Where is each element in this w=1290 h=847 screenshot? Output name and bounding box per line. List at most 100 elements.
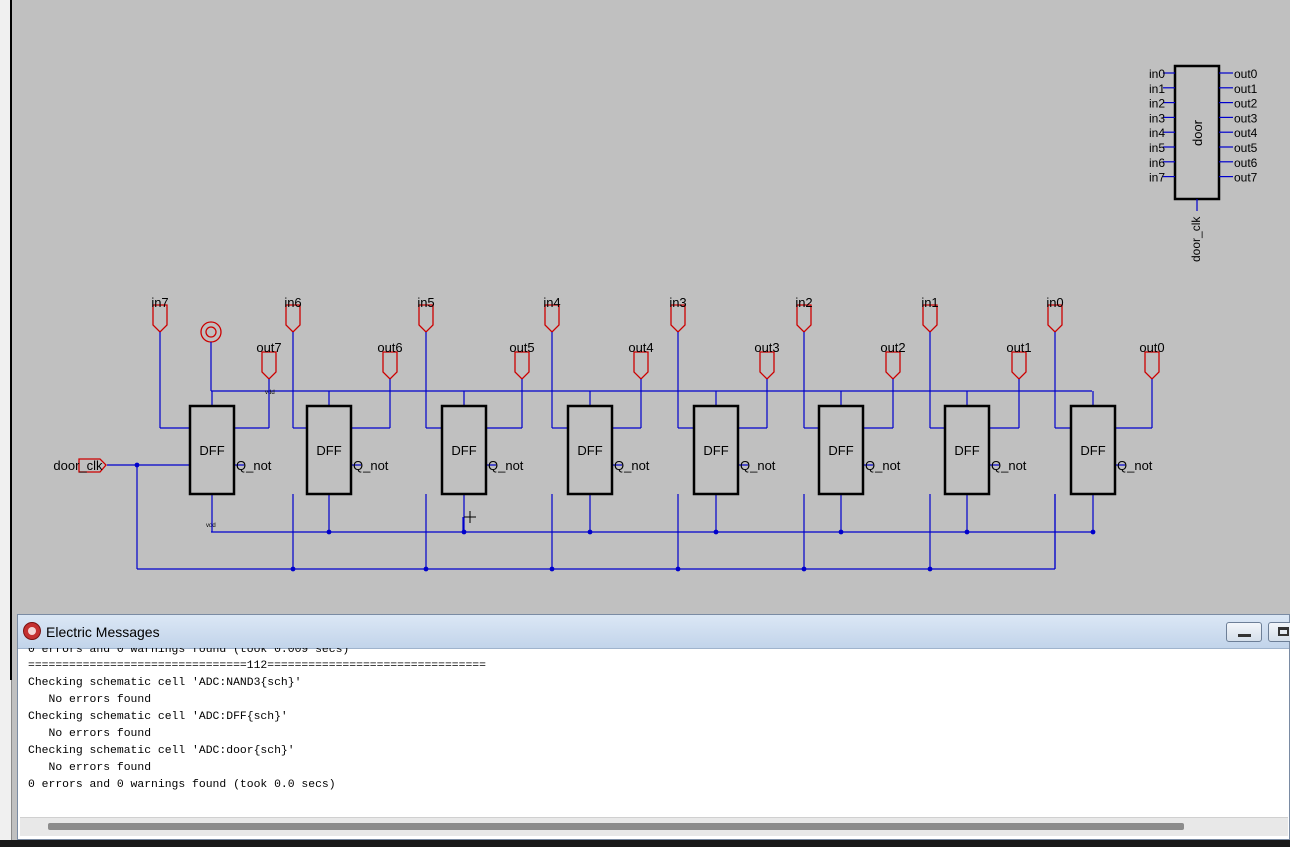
messages-title-bar[interactable]: Electric Messages	[18, 615, 1290, 649]
vdd-label: vdd	[206, 523, 216, 529]
minimize-icon	[1238, 634, 1251, 637]
input-label: in1	[921, 295, 938, 310]
log-line: Checking schematic cell 'ADC:DFF{sch}'	[28, 711, 288, 723]
icon-output-label: out0	[1234, 67, 1258, 81]
input-label: in2	[795, 295, 812, 310]
left-panel-edge	[0, 0, 12, 847]
dff-label: DFF	[577, 443, 602, 458]
log-line: No errors found	[28, 728, 152, 740]
vdd-symbol	[205, 326, 217, 338]
wire-junction	[1090, 529, 1096, 535]
wire-junction	[713, 529, 719, 535]
q-not-label: Q_not	[236, 458, 272, 473]
maximize-button[interactable]	[1268, 622, 1290, 642]
wire-junction	[927, 566, 933, 572]
electric-app-icon	[23, 622, 41, 640]
log-line: Checking schematic cell 'ADC:NAND3{sch}'	[28, 677, 302, 689]
input-label: in5	[417, 295, 434, 310]
icon-output-label: out6	[1234, 156, 1258, 170]
output-port-out0	[1144, 351, 1160, 380]
dff-label: DFF	[316, 443, 341, 458]
output-label: out2	[880, 340, 905, 355]
wire-junction	[964, 529, 970, 535]
output-port-out4	[633, 351, 649, 380]
schematic-canvas[interactable]: vdd vdd in7 out7 DFF Q_not in6 out6 DFF Q_not in5 o…	[12, 0, 1290, 614]
output-port-out1	[1011, 351, 1027, 380]
schematic-drawing[interactable]: vdd vdd in7 out7 DFF Q_not in6 out6 DFF Q_not in5 o…	[12, 0, 1290, 614]
output-port-out2	[885, 351, 901, 380]
log-line: ================================112=====…	[28, 660, 486, 672]
q-not-label: Q_not	[488, 458, 524, 473]
icon-input-label: in4	[1149, 126, 1165, 140]
wire-junction	[801, 566, 807, 572]
input-label: in4	[543, 295, 560, 310]
clock-pin-label: door_clk	[53, 458, 103, 473]
door-icon-name: door	[1190, 119, 1205, 146]
horizontal-scrollbar[interactable]	[20, 817, 1288, 836]
log-line: Checking schematic cell 'ADC:door{sch}'	[28, 745, 295, 757]
icon-input-label: in5	[1149, 141, 1165, 155]
icon-output-label: out1	[1234, 82, 1258, 96]
output-label: out4	[628, 340, 653, 355]
wire-junction	[587, 529, 593, 535]
q-not-label: Q_not	[991, 458, 1027, 473]
output-port-out7	[261, 351, 277, 380]
wire-junction	[461, 529, 467, 535]
wire-junction	[423, 566, 429, 572]
icon-input-label: in1	[1149, 82, 1165, 96]
wire-junction	[326, 529, 332, 535]
icon-output-label: out3	[1234, 111, 1258, 125]
output-port-out3	[759, 351, 775, 380]
minimize-button[interactable]	[1226, 622, 1262, 642]
output-port-out5	[514, 351, 530, 380]
input-label: in3	[669, 295, 686, 310]
messages-window[interactable]: Electric Messages 0 errors and 0 warning…	[17, 614, 1290, 840]
wire-junction	[290, 566, 296, 572]
output-port-out6	[382, 351, 398, 380]
output-label: out3	[754, 340, 779, 355]
icon-clock-label: door_clk	[1189, 216, 1203, 262]
taskbar-edge	[0, 840, 1290, 847]
q-not-label: Q_not	[353, 458, 389, 473]
output-label: out1	[1006, 340, 1031, 355]
q-not-label: Q_not	[1117, 458, 1153, 473]
dff-label: DFF	[199, 443, 224, 458]
output-label: out0	[1139, 340, 1164, 355]
dff-label: DFF	[1080, 443, 1105, 458]
q-not-label: Q_not	[740, 458, 776, 473]
wire-junction	[134, 462, 140, 468]
maximize-icon	[1278, 627, 1289, 636]
output-label: out6	[377, 340, 402, 355]
log-line: 0 errors and 0 warnings found (took 0.0 …	[28, 779, 336, 791]
icon-output-label: out4	[1234, 126, 1258, 140]
dff-label: DFF	[703, 443, 728, 458]
messages-log[interactable]: 0 errors and 0 warnings found (took 0.00…	[28, 648, 1283, 816]
input-label: in6	[284, 295, 301, 310]
icon-input-label: in7	[1149, 171, 1165, 185]
icon-input-label: in2	[1149, 97, 1165, 111]
vdd-symbol	[200, 321, 222, 343]
wire-junction	[675, 566, 681, 572]
q-not-label: Q_not	[614, 458, 650, 473]
log-line: 0 errors and 0 warnings found (took 0.00…	[28, 648, 350, 656]
log-line: No errors found	[28, 694, 152, 706]
log-line: No errors found	[28, 762, 152, 774]
icon-output-label: out5	[1234, 141, 1258, 155]
icon-input-label: in6	[1149, 156, 1165, 170]
output-label: out7	[256, 340, 281, 355]
vdd-label: vdd	[265, 390, 275, 396]
wire-junction	[838, 529, 844, 535]
input-label: in7	[151, 295, 168, 310]
messages-title: Electric Messages	[46, 624, 160, 640]
scrollbar-thumb[interactable]	[48, 823, 1184, 830]
q-not-label: Q_not	[865, 458, 901, 473]
dff-label: DFF	[451, 443, 476, 458]
wire-junction	[549, 566, 555, 572]
dff-label: DFF	[954, 443, 979, 458]
icon-output-label: out2	[1234, 97, 1258, 111]
icon-output-label: out7	[1234, 171, 1258, 185]
input-label: in0	[1046, 295, 1063, 310]
icon-input-label: in0	[1149, 67, 1165, 81]
dff-label: DFF	[828, 443, 853, 458]
output-label: out5	[509, 340, 534, 355]
